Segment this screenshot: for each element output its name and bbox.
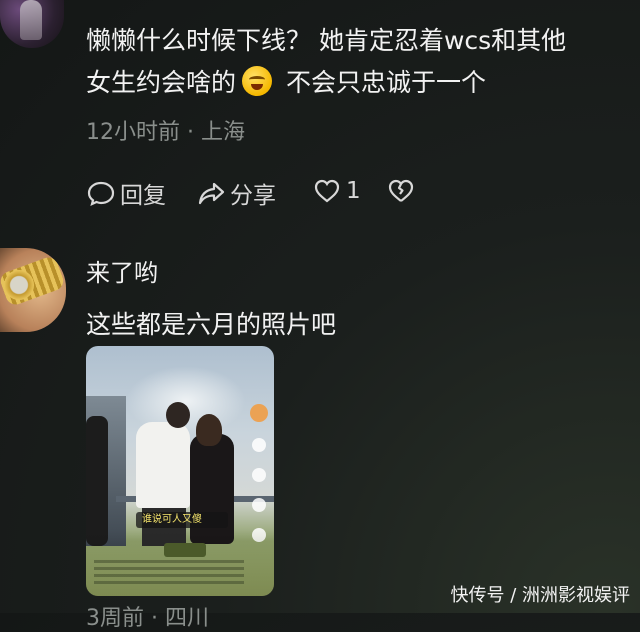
heart-icon (314, 179, 340, 203)
laughing-crying-emoji-icon (242, 66, 273, 96)
commenter-avatar[interactable] (0, 0, 64, 48)
reply-button[interactable]: 回复 (86, 176, 166, 210)
speech-bubble-icon (87, 181, 115, 206)
thumbnail-side-icons (250, 404, 268, 542)
thumbnail-button (164, 543, 206, 557)
dislike-button[interactable] (386, 176, 416, 206)
comment-username[interactable]: 来了哟 (86, 256, 158, 290)
thumbnail-caption: 谁说可人又傻 (142, 514, 202, 525)
comment-text: 这些都是六月的照片吧 (86, 310, 337, 339)
share-arrow-icon (198, 182, 225, 205)
reply-label: 回复 (120, 183, 166, 209)
share-button[interactable]: 分享 (196, 176, 276, 210)
comment-text-part: 不会只忠诚于一个 (285, 68, 486, 97)
comment-meta: 3周前 · 四川 (86, 606, 209, 631)
like-count: 1 (346, 178, 361, 204)
comment-text-line-1: 懒懒什么时候下线？ 她肯定忍着wcs和其他 (86, 26, 567, 55)
thumbnail-blurred-text (94, 560, 244, 588)
broken-heart-icon (388, 179, 414, 202)
comment-text-line-2: 女生约会啥的 不会只忠诚于一个 (86, 66, 486, 100)
watermark: 快传号 / 洲洲影视娱评 (450, 585, 630, 606)
share-label: 分享 (230, 183, 276, 209)
comment-meta: 12小时前 · 上海 (86, 120, 245, 145)
comment-text-part: 女生约会啥的 (86, 68, 237, 97)
commenter-avatar-gold-watch[interactable] (0, 248, 66, 332)
like-button[interactable]: 1 (312, 176, 361, 206)
comment-image-thumbnail[interactable]: 谁说可人又傻 (86, 346, 274, 596)
